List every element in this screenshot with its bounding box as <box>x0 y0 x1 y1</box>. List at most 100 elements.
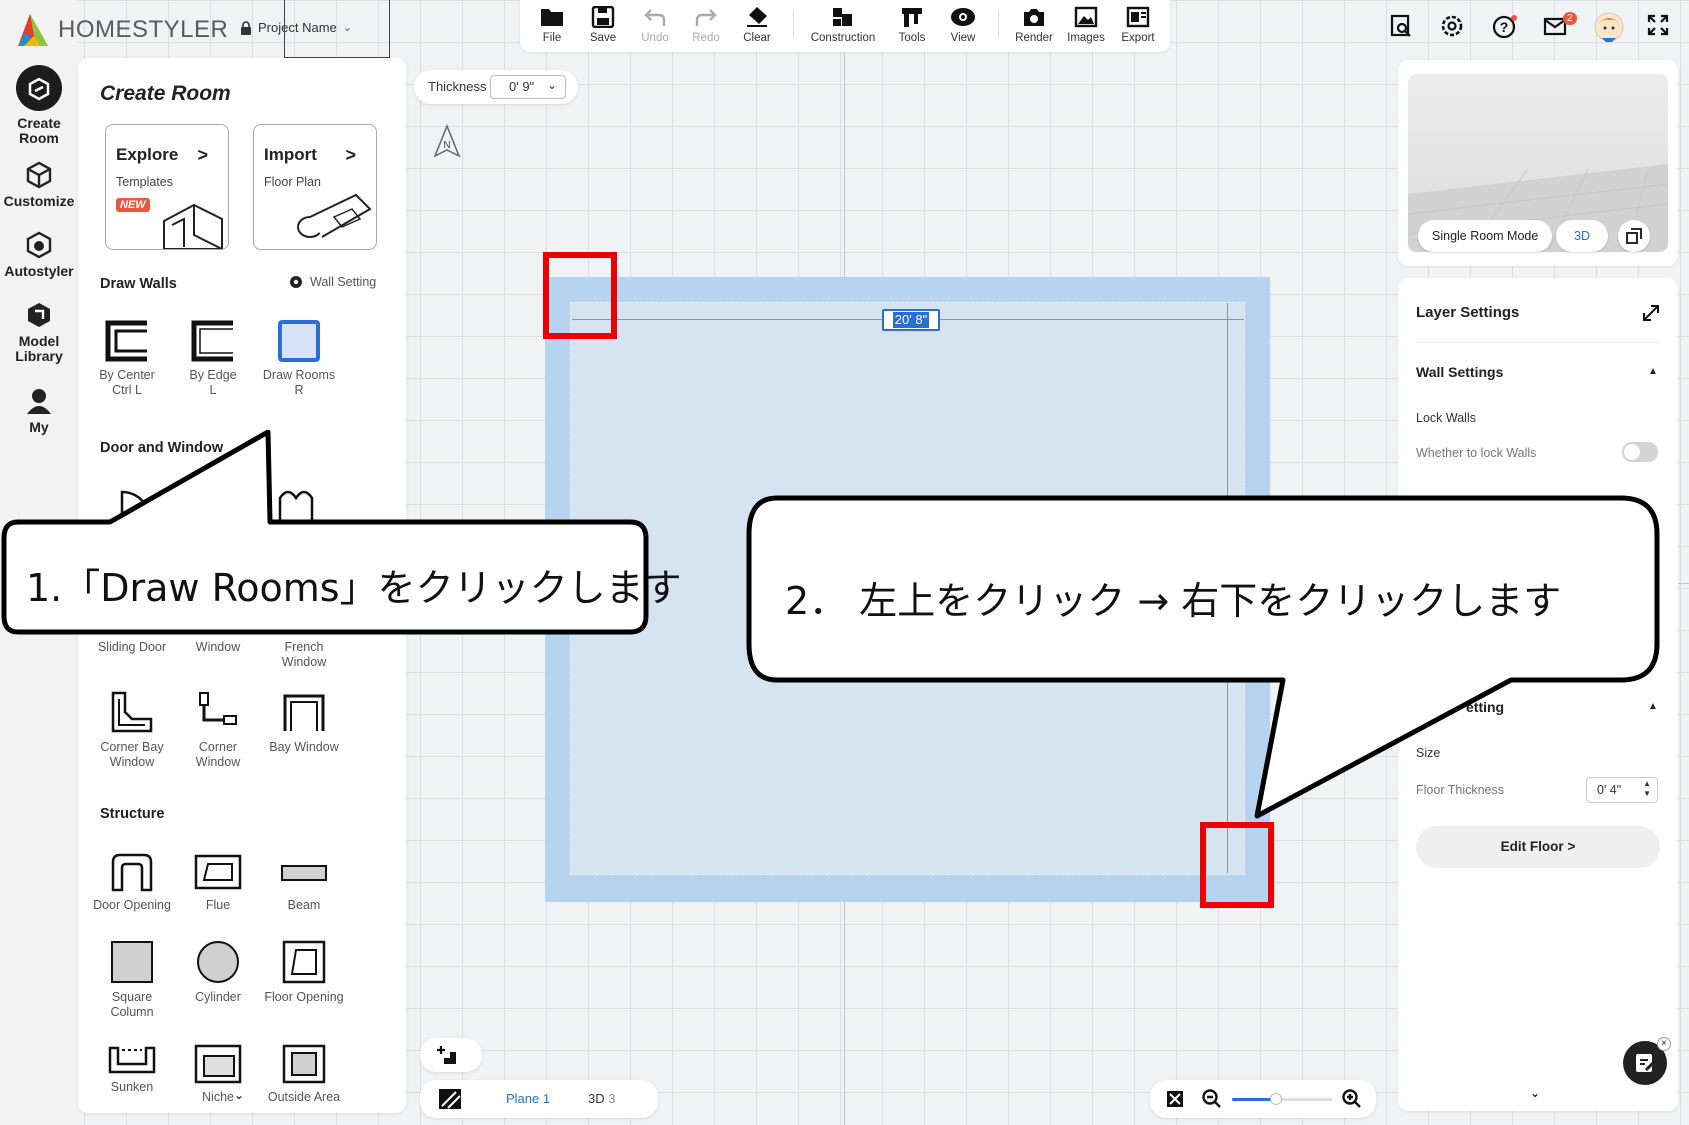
wall-settings-title[interactable]: Wall Settings <box>1416 364 1503 380</box>
wall-setting-label: Wall Setting <box>310 275 377 289</box>
import-floor-plan-card[interactable]: Import > Floor Plan <box>253 124 377 250</box>
explore-templates-card[interactable]: Explore > Templates NEW <box>105 124 229 250</box>
plane-label: Plane <box>506 1091 540 1106</box>
tool-bay-window[interactable]: Bay Window <box>261 690 347 755</box>
zoom-out-icon[interactable] <box>1202 1089 1222 1109</box>
tool-label: Flue <box>205 898 231 912</box>
feedback-button[interactable]: × <box>1623 1037 1671 1085</box>
card-title: Explore <box>116 145 179 164</box>
tool-by-center[interactable]: By Center Ctrl L <box>84 320 170 398</box>
tool-cylinder[interactable]: Cylinder <box>175 940 261 1005</box>
toolbar-save[interactable]: Save <box>575 6 631 44</box>
nav-label: Model <box>18 333 60 349</box>
tool-outside-area[interactable]: Outside Area <box>261 1044 347 1105</box>
top-toolbar: File Save Undo Redo Clear Construction T… <box>520 0 1170 52</box>
redo-icon <box>695 9 717 26</box>
lock-walls-label: Lock Walls <box>1416 411 1476 425</box>
nav-label: Library <box>15 348 63 364</box>
tool-beam[interactable]: Beam <box>261 852 347 913</box>
brand-logo[interactable]: HOMESTYLER <box>16 10 228 50</box>
tool-window[interactable]: Window <box>175 640 261 655</box>
zoom-slider[interactable] <box>1232 1093 1332 1105</box>
single-room-mode-button[interactable]: Single Room Mode <box>1418 220 1553 252</box>
tool-niche[interactable]: Niche <box>175 1044 261 1105</box>
tool-label: By Center <box>99 368 155 382</box>
tool-flue[interactable]: Flue <box>175 852 261 913</box>
toolbar-file[interactable]: File <box>524 6 580 44</box>
square-column-icon <box>111 941 153 983</box>
hatch-icon[interactable] <box>438 1088 462 1110</box>
close-icon[interactable]: × <box>1657 1037 1671 1051</box>
nav-model-library[interactable]: Model Library <box>0 300 78 364</box>
toolbar-label: Images <box>1067 32 1105 44</box>
image-icon <box>1074 6 1098 28</box>
callout-2-text: 2． 左上をクリック → 右下をクリックします <box>785 579 1562 623</box>
nav-label: Customize <box>3 193 75 209</box>
add-floor-button[interactable] <box>420 1038 482 1072</box>
toolbar-redo[interactable]: Redo <box>678 6 734 44</box>
tool-draw-rooms[interactable]: Draw Rooms R <box>256 320 342 398</box>
toolbar-label: File <box>542 32 562 44</box>
help-icon[interactable]: ? <box>1492 14 1518 45</box>
nav-my[interactable]: My <box>0 386 78 435</box>
toolbar-clear[interactable]: Clear <box>729 6 785 44</box>
expand-icon[interactable] <box>1642 304 1660 327</box>
wall-edge-icon <box>191 320 233 362</box>
fit-view-icon[interactable] <box>1166 1090 1184 1108</box>
popout-icon[interactable] <box>1618 220 1650 252</box>
toolbar-tools[interactable]: Tools <box>884 6 940 44</box>
toolbar-construction[interactable]: Construction <box>803 6 883 44</box>
lock-walls-toggle[interactable] <box>1622 442 1658 462</box>
nav-customize[interactable]: Customize <box>0 160 78 209</box>
dimension-label[interactable]: 20' 8" <box>882 309 940 331</box>
tool-square-column[interactable]: Square Column <box>89 940 175 1020</box>
tool-floor-opening[interactable]: Floor Opening <box>261 940 347 1005</box>
tool-door-opening[interactable]: Door Opening <box>89 852 175 913</box>
toolbar-images[interactable]: Images <box>1058 6 1114 44</box>
chevron-double-down-icon[interactable]: ⌄ <box>234 1088 244 1102</box>
draw-rooms-icon <box>278 320 320 362</box>
tool-by-edge[interactable]: By Edge L <box>170 320 256 398</box>
toolbar-render[interactable]: Render <box>1006 6 1062 44</box>
tool-label: Door Opening <box>93 898 171 912</box>
toolbar-divider <box>998 12 999 38</box>
draw-walls-title: Draw Walls <box>100 276 177 292</box>
avatar[interactable] <box>1594 12 1624 47</box>
nav-autostyler[interactable]: Autostyler <box>0 230 78 279</box>
toolbar-view[interactable]: View <box>935 6 991 44</box>
toolbar-undo[interactable]: Undo <box>627 6 683 44</box>
toolbar-label: Render <box>1015 32 1053 44</box>
new-badge: NEW <box>116 198 150 212</box>
chevron-double-down-icon[interactable]: ⌄ <box>1530 1086 1540 1100</box>
chevron-up-icon[interactable]: ▲ <box>1648 366 1658 377</box>
dimension-value[interactable]: 20' 8" <box>892 312 930 328</box>
plane-tab[interactable]: Plane 1 <box>506 1091 550 1106</box>
tool-label: Cylinder <box>195 990 241 1004</box>
gear-icon[interactable] <box>1440 14 1464 43</box>
3d-mode-button[interactable]: 3D <box>1556 220 1608 252</box>
sunken-icon <box>108 1046 156 1074</box>
tool-sliding-door[interactable]: Sliding Door <box>89 640 175 655</box>
tool-corner-bay-window[interactable]: Corner Bay Window <box>89 690 175 770</box>
chevron-right-icon: > <box>345 145 356 165</box>
floor-opening-icon <box>282 940 326 984</box>
thickness-select[interactable]: 0' 9" ⌄ <box>490 75 566 99</box>
tool-corner-window[interactable]: Corner Window <box>175 690 261 770</box>
3d-tab[interactable]: 3D 3 <box>588 1091 615 1106</box>
homestyler-logo-icon <box>18 14 48 46</box>
undo-icon <box>644 9 666 26</box>
toolbar-export[interactable]: Export <box>1110 6 1166 44</box>
edit-floor-button[interactable]: Edit Floor > <box>1416 826 1660 868</box>
search-document-icon[interactable] <box>1389 14 1413 43</box>
zoom-slider-handle[interactable] <box>1270 1093 1282 1105</box>
tool-sunken[interactable]: Sunken <box>89 1044 175 1095</box>
nav-create-room[interactable]: Create Room <box>0 64 78 146</box>
brand-name: HOMESTYLER <box>58 16 229 43</box>
tool-french-window[interactable]: French Window <box>261 640 347 670</box>
tools-icon <box>902 8 922 27</box>
zoom-in-icon[interactable] <box>1342 1089 1362 1109</box>
beam-icon <box>281 865 327 881</box>
toolbar-label: View <box>950 32 976 44</box>
fullscreen-icon[interactable] <box>1647 14 1669 41</box>
wall-setting-button[interactable]: Wall Setting <box>288 274 376 290</box>
